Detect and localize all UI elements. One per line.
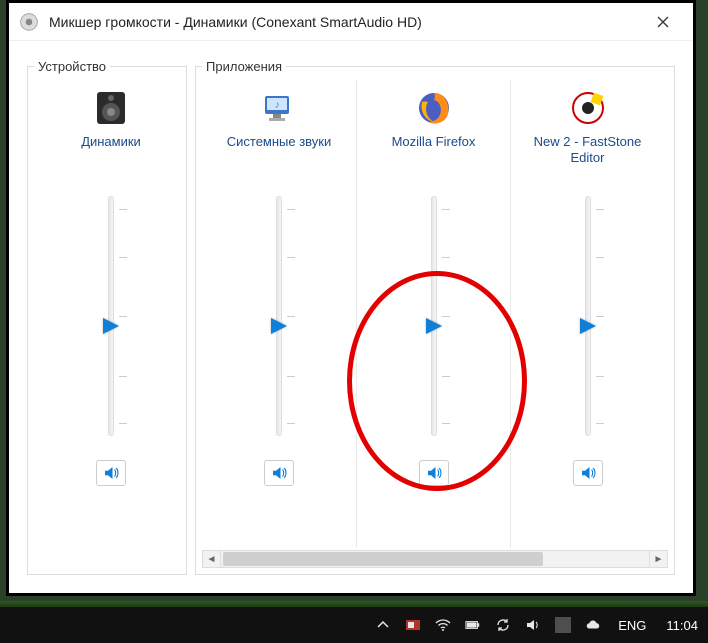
scrollbar-thumb[interactable] [223, 552, 543, 566]
channel-label[interactable]: New 2 - FastStone Editor [515, 134, 660, 168]
slider-thumb[interactable] [426, 318, 442, 334]
faststone-icon[interactable] [568, 88, 608, 128]
system-sounds-icon[interactable]: ♪ [259, 88, 299, 128]
mute-button[interactable] [96, 460, 126, 486]
device-group-label: Устройство [34, 59, 110, 74]
channel-system-sounds: ♪ Системные звуки [202, 80, 356, 548]
channel-faststone: New 2 - FastStone Editor [510, 80, 664, 548]
volume-slider[interactable] [568, 196, 608, 436]
slider-thumb[interactable] [271, 318, 287, 334]
clock[interactable]: 11:04 [662, 618, 698, 633]
tray-app-icon[interactable] [404, 616, 422, 634]
user-icon[interactable] [554, 616, 572, 634]
onedrive-icon[interactable] [584, 616, 602, 634]
volume-slider[interactable] [259, 196, 299, 436]
channel-label[interactable]: Динамики [81, 134, 141, 168]
taskbar[interactable]: ENG 11:04 [0, 607, 708, 643]
slider-thumb[interactable] [580, 318, 596, 334]
mute-button[interactable] [573, 460, 603, 486]
channel-speakers: Динамики [34, 80, 188, 490]
sync-icon[interactable] [494, 616, 512, 634]
svg-text:♪: ♪ [275, 100, 280, 111]
close-button[interactable] [643, 7, 683, 37]
applications-group-label: Приложения [202, 59, 286, 74]
applications-group: Приложения ♪ Системные звуки [195, 59, 675, 575]
battery-icon[interactable] [464, 616, 482, 634]
slider-thumb[interactable] [103, 318, 119, 334]
channel-label[interactable]: Системные звуки [227, 134, 332, 168]
language-indicator[interactable]: ENG [614, 618, 650, 633]
tray-overflow-chevron-icon[interactable] [374, 616, 392, 634]
volume-slider[interactable] [414, 196, 454, 436]
horizontal-scrollbar[interactable]: ◄ ► [202, 550, 668, 568]
volume-icon[interactable] [524, 616, 542, 634]
speaker-device-icon[interactable] [91, 88, 131, 128]
wifi-icon[interactable] [434, 616, 452, 634]
volume-slider[interactable] [91, 196, 131, 436]
titlebar[interactable]: Микшер громкости - Динамики (Conexant Sm… [9, 3, 693, 41]
mute-button[interactable] [264, 460, 294, 486]
scroll-right-arrow[interactable]: ► [649, 551, 667, 567]
device-group: Устройство Динамики [27, 59, 187, 575]
firefox-icon[interactable] [414, 88, 454, 128]
mute-button[interactable] [419, 460, 449, 486]
scroll-left-arrow[interactable]: ◄ [203, 551, 221, 567]
window-title: Микшер громкости - Динамики (Conexant Sm… [49, 14, 643, 30]
mixer-content: Устройство Динамики Приложения [9, 41, 693, 593]
channel-firefox: Mozilla Firefox [356, 80, 510, 548]
app-icon [19, 12, 39, 32]
channel-label[interactable]: Mozilla Firefox [392, 134, 476, 168]
volume-mixer-window: Микшер громкости - Динамики (Conexant Sm… [6, 0, 696, 596]
